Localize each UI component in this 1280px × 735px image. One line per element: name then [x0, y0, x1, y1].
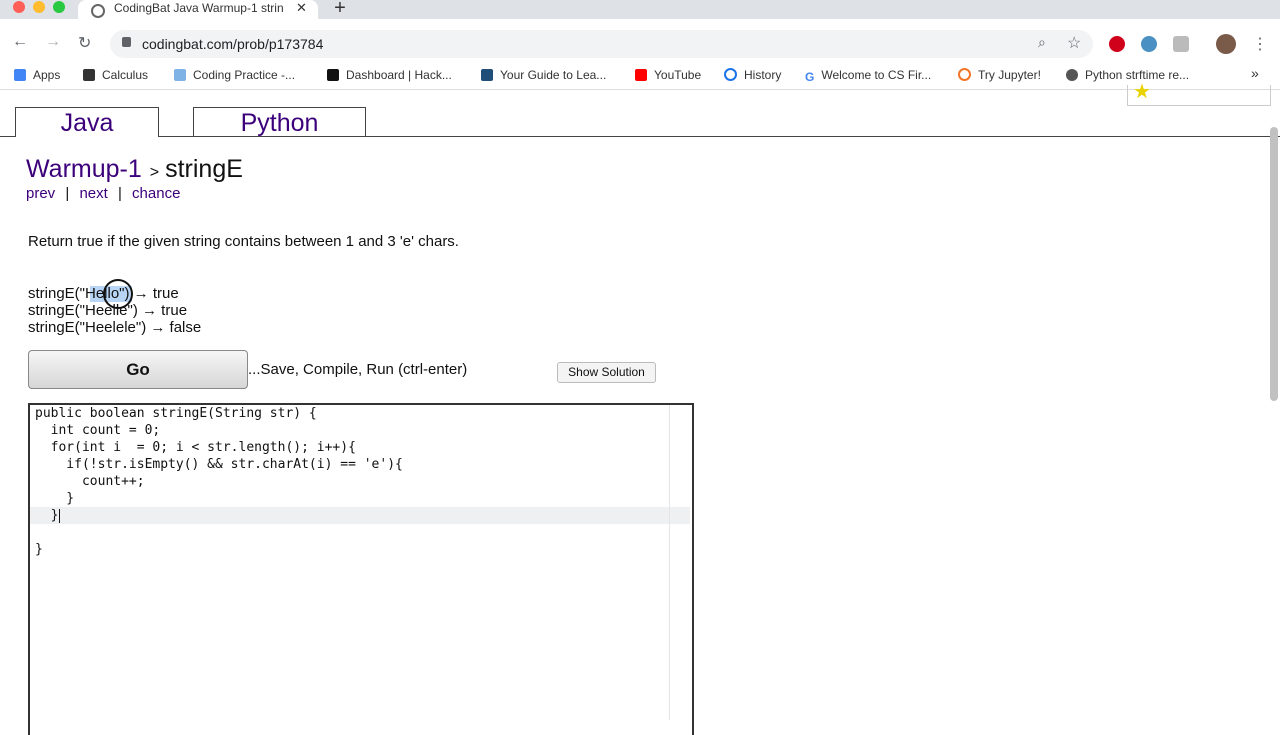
globe-icon	[91, 4, 105, 18]
bookmark-dashboard[interactable]: Dashboard | Hack...	[327, 68, 452, 82]
tab-python[interactable]: Python	[193, 107, 366, 137]
back-arrow-icon[interactable]: ←	[12, 33, 28, 51]
bookmark-strftime[interactable]: Python strftime re...	[1066, 68, 1189, 82]
code-line: public boolean stringE(String str) {	[35, 406, 317, 421]
active-line-highlight	[30, 507, 690, 524]
extension-icon[interactable]	[1173, 36, 1189, 52]
bookmark-cs[interactable]: G Welcome to CS Fir...	[805, 68, 931, 83]
page-scrollbar[interactable]	[1270, 127, 1278, 401]
code-line: }	[35, 491, 75, 506]
guide-icon	[481, 69, 493, 81]
code-line: for(int i = 0; i < str.length(); i++){	[35, 440, 356, 455]
avatar[interactable]	[1216, 34, 1236, 54]
example-line: stringE("Heelele") → false	[28, 319, 202, 336]
lock-icon	[122, 37, 131, 47]
code-line: }	[35, 542, 43, 557]
minimize-window-button[interactable]	[33, 1, 45, 13]
tab-java[interactable]: Java	[15, 107, 159, 137]
globe-icon	[1066, 69, 1078, 81]
maximize-window-button[interactable]	[53, 1, 65, 13]
p-icon	[83, 69, 95, 81]
show-solution-button[interactable]: Show Solution	[557, 362, 656, 383]
browser-tab[interactable]: CodingBat Java Warmup-1 strin ✕	[78, 0, 318, 19]
bookmark-history[interactable]: History	[724, 68, 781, 82]
google-icon: G	[805, 70, 815, 84]
prev-link[interactable]: prev	[26, 185, 55, 202]
problem-nav: prev | next | chance	[26, 185, 180, 202]
menu-dots-icon[interactable]: ⋮	[1252, 34, 1268, 54]
tab-divider	[0, 136, 1280, 137]
hackerrank-icon	[327, 69, 339, 81]
zoom-icon[interactable]: ⌕	[1038, 34, 1046, 51]
code-line: }	[35, 508, 59, 523]
new-tab-button[interactable]: +	[328, 0, 352, 18]
globe-extension-icon[interactable]	[1141, 36, 1157, 52]
address-bar[interactable]: codingbat.com/prob/p173784 ⌕ ☆	[110, 30, 1093, 58]
next-link[interactable]: next	[79, 185, 107, 202]
active-tab-mask	[16, 135, 158, 138]
go-hint: ...Save, Compile, Run (ctrl-enter)	[248, 361, 468, 378]
code-line: count++;	[35, 474, 145, 489]
print-margin	[669, 405, 670, 720]
bookmark-guide[interactable]: Your Guide to Lea...	[481, 68, 606, 82]
page-title: stringE	[165, 155, 243, 183]
go-button[interactable]: Go	[28, 350, 248, 389]
tab-close-icon[interactable]: ✕	[296, 0, 307, 16]
bookmark-jupyter[interactable]: Try Jupyter!	[958, 68, 1041, 82]
text-cursor	[59, 509, 60, 523]
nav-divider: |	[65, 185, 70, 202]
bookmark-calculus[interactable]: Calculus	[83, 68, 148, 82]
bookmark-youtube[interactable]: YouTube	[635, 68, 701, 82]
youtube-icon	[635, 69, 647, 81]
reload-icon[interactable]: ↻	[78, 33, 91, 53]
forward-arrow-icon[interactable]: →	[45, 33, 61, 51]
nav-divider: |	[117, 185, 122, 202]
chance-link[interactable]: chance	[132, 185, 180, 202]
apps-grid-icon	[14, 69, 26, 81]
jupyter-icon	[958, 68, 971, 81]
history-icon	[724, 68, 737, 81]
code-line: int count = 0;	[35, 423, 161, 438]
close-window-button[interactable]	[13, 1, 25, 13]
header-box: ★	[1127, 81, 1271, 106]
star-icon: ★	[1133, 81, 1151, 103]
bookmark-coding-practice[interactable]: Coding Practice -...	[174, 68, 295, 82]
bookmark-star-icon[interactable]: ☆	[1067, 33, 1081, 53]
bookmark-apps[interactable]: Apps	[14, 68, 60, 82]
breadcrumb-section-link[interactable]: Warmup-1	[26, 155, 142, 183]
breadcrumb-separator: >	[149, 164, 160, 181]
code-line: if(!str.isEmpty() && str.charAt(i) == 'e…	[35, 457, 403, 472]
bookmarks-bar: Apps Calculus Coding Practice -... Dashb…	[0, 63, 1280, 90]
problem-prompt: Return true if the given string contains…	[28, 233, 459, 250]
url-text: codingbat.com/prob/p173784	[142, 36, 324, 52]
opera-extension-icon[interactable]	[1109, 36, 1125, 52]
more-bookmarks-icon[interactable]: »	[1251, 65, 1259, 81]
coding-practice-icon	[174, 69, 186, 81]
tab-title: CodingBat Java Warmup-1 strin	[114, 1, 284, 15]
cursor-ring-icon	[103, 279, 133, 309]
breadcrumb: Warmup-1 > stringE	[26, 155, 243, 184]
